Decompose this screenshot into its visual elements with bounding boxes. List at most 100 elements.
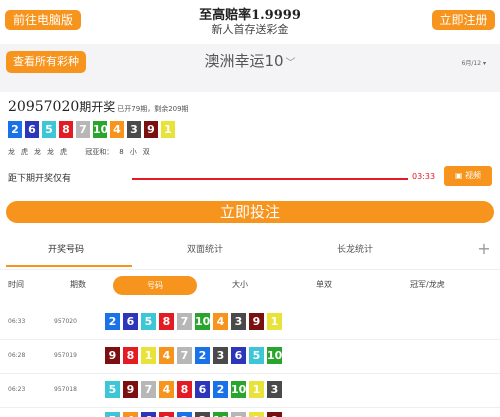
- number-ball: 3: [127, 121, 141, 138]
- video-button[interactable]: ▣ 视频: [444, 166, 492, 186]
- chevron-down-icon: ﹀: [285, 58, 296, 69]
- number-ball: 3: [231, 313, 246, 330]
- number-ball: 8: [59, 121, 73, 138]
- add-tab-button[interactable]: +: [472, 236, 496, 270]
- row-issue: 957020: [54, 318, 77, 325]
- version-selector[interactable]: 6月/12 ▾: [462, 58, 486, 67]
- number-ball: 2: [8, 121, 22, 138]
- dragon-tiger-4: 龙: [47, 148, 54, 156]
- number-ball: 10: [195, 313, 211, 330]
- countdown-label: 距下期开奖仅有: [8, 174, 72, 184]
- number-ball: 6: [123, 313, 138, 330]
- row-divider: [0, 339, 500, 340]
- number-ball: 10: [93, 121, 109, 138]
- tab-bar: 开奖号码 双面统计 长龙统计 +: [0, 236, 500, 270]
- col-big-small-toggle[interactable]: 大小: [232, 279, 248, 290]
- number-ball: 5: [141, 313, 156, 330]
- lottery-name: 澳洲幸运10: [204, 52, 284, 70]
- number-ball: 4: [123, 412, 138, 417]
- table-row: 06:33 957020 2 6 5 8 7 10 4 3 9 1: [0, 311, 500, 333]
- video-icon: ▣: [454, 171, 466, 180]
- table-row: 54682310719: [0, 410, 500, 417]
- video-label: 视频: [465, 171, 482, 180]
- table-row: 06:23 957018 5 9 7 4 8 6 2 10 1 3: [0, 379, 500, 401]
- row-time: 06:28: [8, 352, 26, 359]
- number-ball: 7: [177, 347, 192, 364]
- number-ball: 4: [159, 347, 174, 364]
- countdown-progress: [132, 178, 408, 180]
- number-ball: 4: [159, 381, 174, 398]
- col-number-toggle[interactable]: 号码: [113, 276, 197, 295]
- row-time: 06:23: [8, 386, 26, 393]
- number-ball: 3: [267, 381, 282, 398]
- number-ball: 3: [213, 347, 228, 364]
- tab-draw-numbers[interactable]: 开奖号码: [0, 236, 132, 270]
- row-issue: 957018: [54, 386, 77, 393]
- bet-now-button[interactable]: 立即投注: [6, 201, 494, 223]
- dragon-tiger-3: 龙: [34, 148, 41, 156]
- number-ball: 8: [159, 412, 174, 417]
- row-balls: 5 9 7 4 8 6 2 10 1 3: [105, 381, 282, 398]
- number-ball: 1: [267, 313, 282, 330]
- tab-two-side-stats[interactable]: 双面统计: [150, 236, 260, 270]
- number-ball: 5: [42, 121, 56, 138]
- number-ball: 2: [195, 347, 210, 364]
- draw-issue: 20957020: [8, 99, 80, 115]
- col-odd-even-toggle[interactable]: 单双: [316, 279, 332, 290]
- row-issue: 957019: [54, 352, 77, 359]
- number-ball: 9: [267, 412, 282, 417]
- number-ball: 4: [110, 121, 124, 138]
- sum-parity: 双: [142, 148, 150, 156]
- number-ball: 2: [105, 313, 120, 330]
- number-ball: 7: [141, 381, 156, 398]
- row-time: 06:33: [8, 318, 26, 325]
- number-ball: 8: [159, 313, 174, 330]
- col-champion-toggle[interactable]: 冠军/龙虎: [410, 279, 445, 290]
- number-ball: 10: [213, 412, 228, 417]
- row-balls: 9 8 1 4 7 2 3 6 5 10: [105, 347, 282, 364]
- number-ball: 10: [231, 381, 247, 398]
- number-ball: 5: [105, 381, 120, 398]
- promo-subtitle: 新人首存送彩金: [211, 23, 289, 36]
- number-ball: 1: [161, 121, 175, 138]
- dragon-tiger-1: 龙: [8, 148, 15, 156]
- draw-title: 20957020期开奖 已开79期，剩余209期: [8, 98, 189, 115]
- draw-stats: 龙虎龙龙虎 冠亚和： 8 小双: [8, 147, 156, 157]
- tab-long-dragon-stats[interactable]: 长龙统计: [310, 236, 400, 270]
- number-ball: 7: [231, 412, 246, 417]
- dragon-tiger-2: 虎: [21, 148, 28, 156]
- draw-title-suffix: 期开奖: [79, 100, 116, 114]
- top-bar: 前往电脑版 至高赔率1.9999 新人首存送彩金 立即注册: [0, 0, 500, 44]
- row-divider: [0, 373, 500, 374]
- number-ball: 6: [141, 412, 156, 417]
- number-ball: 1: [249, 412, 264, 417]
- number-ball: 5: [105, 412, 120, 417]
- number-ball: 6: [231, 347, 246, 364]
- number-ball: 2: [177, 412, 192, 417]
- table-row: 06:28 957019 9 8 1 4 7 2 3 6 5 10: [0, 345, 500, 367]
- row-divider: [0, 407, 500, 408]
- lottery-selector[interactable]: 澳洲幸运10 ﹀: [0, 50, 500, 71]
- row-balls: 2 6 5 8 7 10 4 3 9 1: [105, 313, 282, 330]
- number-ball: 9: [249, 313, 264, 330]
- number-ball: 8: [177, 381, 192, 398]
- lottery-bar: 查看所有彩种 澳洲幸运10 ﹀ 6月/12 ▾: [0, 44, 500, 92]
- draw-summary: 已开79期，剩余209期: [117, 105, 189, 113]
- number-ball: 10: [267, 347, 283, 364]
- number-ball: 7: [177, 313, 192, 330]
- number-ball: 9: [105, 347, 120, 364]
- number-ball: 1: [141, 347, 156, 364]
- sum-label: 冠亚和：: [85, 148, 114, 156]
- number-ball: 9: [144, 121, 158, 138]
- number-ball: 9: [123, 381, 138, 398]
- col-time: 时间: [8, 280, 24, 289]
- number-ball: 5: [249, 347, 264, 364]
- register-button[interactable]: 立即注册: [432, 10, 495, 30]
- number-ball: 6: [195, 381, 210, 398]
- sum-size: 小: [129, 148, 137, 156]
- version-label: 6月/12: [461, 60, 482, 67]
- sum-value: 8: [119, 148, 124, 156]
- countdown-time: 03:33: [412, 172, 436, 181]
- number-ball: 2: [213, 381, 228, 398]
- number-ball: 6: [25, 121, 39, 138]
